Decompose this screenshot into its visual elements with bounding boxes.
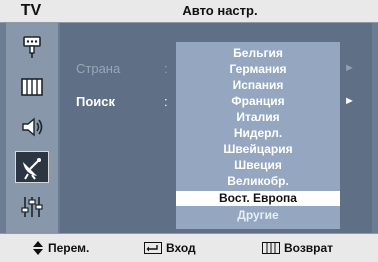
country-separator: : [164,61,168,76]
return-grid-icon [262,242,280,254]
country-option[interactable]: Великобр. [176,174,340,189]
enter-hint-label: Вход [166,241,196,255]
country-option[interactable]: Бельгия [176,46,340,61]
move-hint-label: Перем. [48,241,90,255]
country-option-selected[interactable]: Вост. Европа [176,191,340,206]
country-option[interactable]: Испания [176,78,340,93]
sidebar-item-input[interactable] [15,31,49,63]
country-option[interactable]: Другие [176,208,340,223]
footer-bar: Перем. Вход Возврат [0,233,378,262]
move-hint: Перем. [32,234,89,262]
country-option[interactable]: Нидерл. [176,126,340,141]
enter-icon [144,242,162,254]
up-down-arrows-icon [33,241,43,255]
speaker-icon [22,117,43,137]
sidebar-item-picture[interactable] [15,71,49,103]
sidebar-item-setup[interactable] [15,191,49,223]
menu-title: Авто настр. [182,3,258,18]
search-arrow[interactable]: ► [344,95,355,107]
tv-osd-menu: TV Авто настр. Страна: ► Поиск: ► Бель… [0,0,378,262]
sidebar-item-channel[interactable] [15,151,49,183]
satellite-dish-icon [23,158,41,180]
search-label[interactable]: Поиск [76,94,115,109]
country-option[interactable]: Италия [176,110,340,125]
country-option[interactable]: Германия [176,62,340,77]
sidebar [6,23,58,233]
enter-hint: Вход [144,234,196,262]
mode-label: TV [20,2,42,19]
country-arrow: ► [344,62,355,74]
country-option[interactable]: Швейцария [176,142,340,157]
search-separator: : [164,94,168,109]
return-hint: Возврат [262,234,333,262]
return-hint-label: Возврат [284,241,334,255]
country-option[interactable]: Швеция [176,158,340,173]
sidebar-item-sound[interactable] [15,111,49,143]
country-dropdown: Бельгия Германия Испания Франция Италия … [176,42,340,229]
picture-grid-icon [21,78,43,96]
settings-sliders-icon [21,197,43,217]
country-option[interactable]: Франция [176,94,340,109]
input-plug-icon [23,36,41,58]
header-bar: TV Авто настр. [0,0,378,23]
country-label[interactable]: Страна [76,61,120,76]
